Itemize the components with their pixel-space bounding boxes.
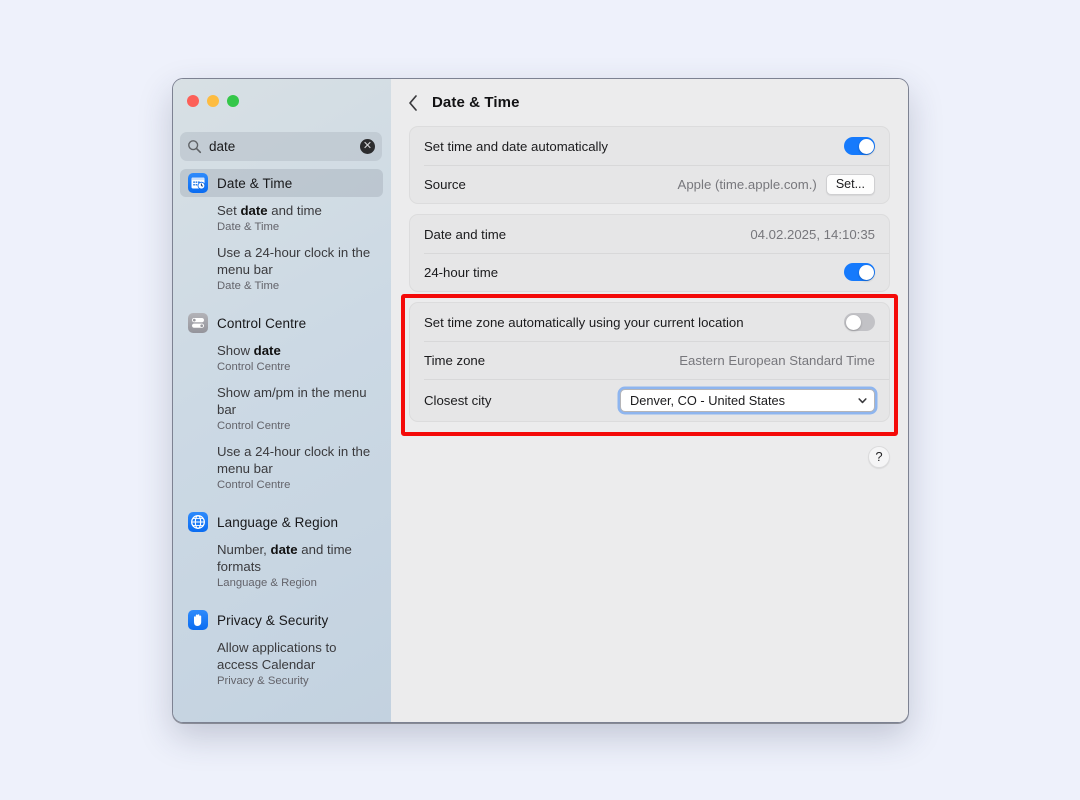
sidebar-group-label: Language & Region — [217, 514, 339, 530]
list-item[interactable]: Show date Control Centre — [180, 339, 383, 381]
sidebar-item-language-and-region[interactable]: Language & Region — [180, 508, 383, 536]
row-label: Time zone — [424, 352, 486, 368]
result-subtitle: Privacy & Security — [217, 675, 309, 687]
result-title: Show date — [217, 343, 281, 358]
search-icon — [188, 140, 202, 154]
list-item[interactable]: Allow applications to access Calendar Pr… — [180, 636, 383, 695]
result-subtitle: Control Centre — [217, 420, 291, 432]
language-and-region-app-icon — [188, 512, 208, 532]
result-subtitle: Date & Time — [217, 221, 280, 233]
settings-card-time-zone: Set time zone automatically using your c… — [409, 302, 890, 422]
settings-card-date-time: Date and time 04.02.2025, 14:10:35 24-ho… — [409, 214, 890, 292]
result-title: Use a 24-hour clock in the menu bar — [217, 245, 371, 277]
detail-header: Date & Time — [391, 79, 908, 126]
result-subtitle: Control Centre — [217, 479, 291, 491]
sidebar-item-privacy-and-security[interactable]: Privacy & Security — [180, 606, 383, 634]
time-zone-value: Eastern European Standard Time — [679, 352, 875, 368]
source-value: Apple (time.apple.com.) — [677, 176, 817, 192]
search-input[interactable]: date — [209, 140, 360, 154]
closest-city-select[interactable]: Denver, CO - United States — [620, 388, 875, 412]
result-title: Allow applications to access Calendar — [217, 640, 337, 672]
date-and-time-value: 04.02.2025, 14:10:35 — [750, 226, 875, 242]
set-source-button[interactable]: Set... — [825, 173, 875, 195]
row-time-zone: Time zone Eastern European Standard Time — [410, 341, 889, 379]
result-subtitle: Date & Time — [217, 280, 280, 292]
back-chevron-icon[interactable] — [407, 93, 419, 113]
row-label: Set time and date automatically — [424, 138, 608, 154]
zoom-button[interactable] — [227, 95, 239, 107]
result-subtitle: Language & Region — [217, 577, 317, 589]
page-title: Date & Time — [432, 94, 520, 111]
list-item[interactable]: Use a 24-hour clock in the menu bar Cont… — [180, 440, 383, 499]
list-item[interactable]: Number, date and time formats Language &… — [180, 538, 383, 597]
sidebar-group-label: Privacy & Security — [217, 612, 329, 628]
row-label: Source — [424, 176, 466, 192]
closest-city-selected-value: Denver, CO - United States — [630, 392, 786, 408]
result-title: Use a 24-hour clock in the menu bar — [217, 444, 371, 476]
list-item[interactable]: Use a 24-hour clock in the menu bar Date… — [180, 241, 383, 300]
row-set-time-zone-automatically[interactable]: Set time zone automatically using your c… — [410, 303, 889, 341]
row-label: Set time zone automatically using your c… — [424, 314, 744, 330]
result-title: Show am/pm in the menu bar — [217, 385, 367, 417]
search-field[interactable]: date ✕ — [180, 132, 382, 161]
help-button[interactable]: ? — [868, 446, 890, 468]
sidebar-item-date-and-time[interactable]: Date & Time — [180, 169, 383, 197]
privacy-and-security-app-icon — [188, 610, 208, 630]
row-label: Closest city — [424, 392, 492, 408]
search-results-list: Date & Time Set date and time Date & Tim… — [180, 169, 383, 695]
date-and-time-app-icon — [188, 173, 208, 193]
row-date-and-time: Date and time 04.02.2025, 14:10:35 — [410, 215, 889, 253]
result-title: Set date and time — [217, 203, 322, 218]
row-label: 24-hour time — [424, 264, 499, 280]
set-time-zone-automatically-toggle[interactable] — [844, 313, 875, 331]
row-label: Date and time — [424, 226, 507, 242]
sidebar-item-control-centre[interactable]: Control Centre — [180, 309, 383, 337]
chevron-down-icon — [855, 393, 870, 408]
row-source: Source Apple (time.apple.com.) Set... — [410, 165, 889, 203]
detail-pane: Date & Time Set time and date automatica… — [391, 79, 908, 722]
minimize-button[interactable] — [207, 95, 219, 107]
row-24-hour-time[interactable]: 24-hour time — [410, 253, 889, 291]
list-item[interactable]: Show am/pm in the menu bar Control Centr… — [180, 381, 383, 440]
system-settings-window: date ✕ Date & Time Set date and time Dat… — [172, 78, 909, 723]
row-set-time-automatically[interactable]: Set time and date automatically — [410, 127, 889, 165]
set-time-automatically-toggle[interactable] — [844, 137, 875, 155]
row-closest-city: Closest city Denver, CO - United States — [410, 379, 889, 421]
window-traffic-lights — [187, 95, 239, 107]
control-centre-app-icon — [188, 313, 208, 333]
list-item[interactable]: Set date and time Date & Time — [180, 199, 383, 241]
result-subtitle: Control Centre — [217, 361, 291, 373]
24-hour-time-toggle[interactable] — [844, 263, 875, 281]
settings-card-automatic-time: Set time and date automatically Source A… — [409, 126, 890, 204]
result-title: Number, date and time formats — [217, 542, 352, 574]
close-button[interactable] — [187, 95, 199, 107]
clear-search-icon[interactable]: ✕ — [360, 139, 375, 154]
sidebar-group-label: Date & Time — [217, 175, 293, 191]
sidebar-group-label: Control Centre — [217, 315, 307, 331]
sidebar: date ✕ Date & Time Set date and time Dat… — [173, 79, 391, 722]
